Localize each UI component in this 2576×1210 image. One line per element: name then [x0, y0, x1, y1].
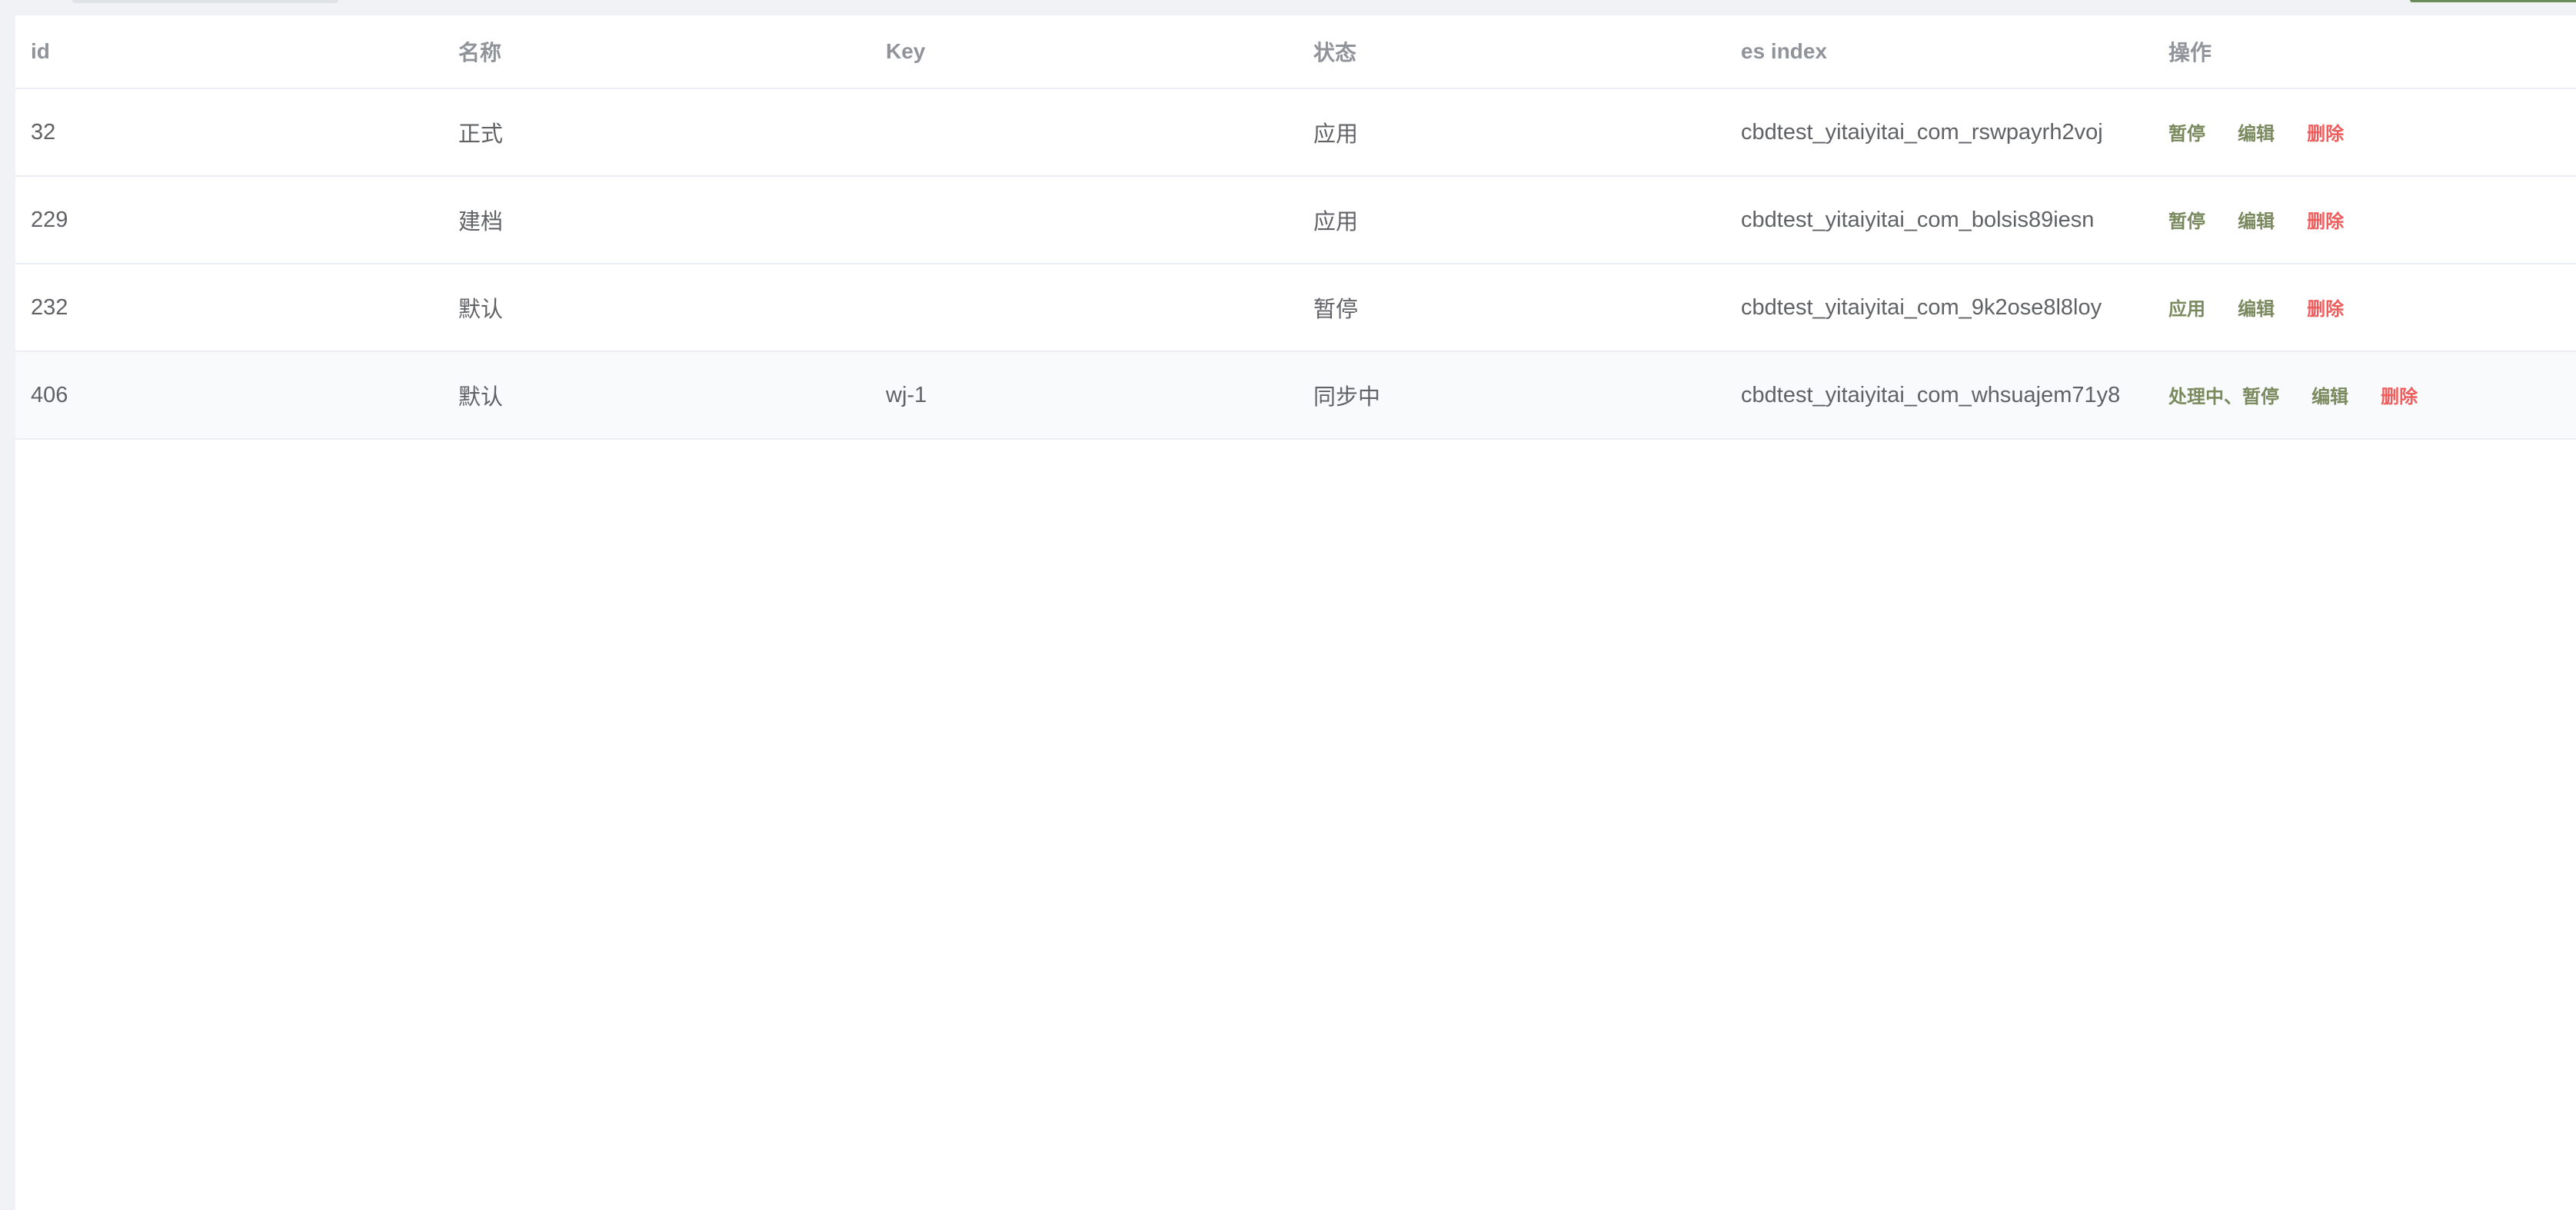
apply-button[interactable]: 应用	[2168, 299, 2205, 320]
column-header-key: Key	[870, 15, 1298, 89]
cell-key	[870, 264, 1298, 352]
cell-name: 默认	[443, 264, 870, 352]
cell-actions: 处理中、暂停 编辑 删除	[2153, 351, 2576, 440]
delete-button[interactable]: 删除	[2381, 387, 2418, 407]
cell-status: 同步中	[1298, 351, 1726, 440]
table-row: 32 正式 应用 cbdtest_yitaiyitai_com_rswpayrh…	[15, 88, 2576, 177]
edit-button[interactable]: 编辑	[2311, 387, 2348, 407]
cell-es-index: cbdtest_yitaiyitai_com_whsuajem71y8	[1726, 351, 2153, 440]
column-header-id: id	[15, 15, 443, 89]
pause-button[interactable]: 暂停	[2168, 211, 2205, 232]
table-row: 229 建档 应用 cbdtest_yitaiyitai_com_bolsis8…	[15, 176, 2576, 264]
table-row: 406 默认 wj-1 同步中 cbdtest_yitaiyitai_com_w…	[15, 351, 2576, 440]
top-toolbar-fragment	[0, 0, 2576, 15]
cell-status: 暂停	[1298, 264, 1726, 352]
cell-status: 应用	[1298, 88, 1726, 177]
delete-button[interactable]: 删除	[2307, 299, 2344, 320]
edit-button[interactable]: 编辑	[2238, 211, 2275, 232]
cell-id: 32	[15, 88, 443, 177]
column-header-actions: 操作	[2153, 15, 2576, 89]
primary-button-edge[interactable]	[2410, 0, 2576, 2]
delete-button[interactable]: 删除	[2307, 124, 2344, 145]
edit-button[interactable]: 编辑	[2238, 124, 2275, 145]
table-panel: id 名称 Key 状态 es index 操作 32 正式 应用 cbdtes…	[15, 15, 2576, 1210]
cell-es-index: cbdtest_yitaiyitai_com_9k2ose8l8loy	[1726, 264, 2153, 352]
table-row: 232 默认 暂停 cbdtest_yitaiyitai_com_9k2ose8…	[15, 264, 2576, 352]
cell-key	[870, 176, 1298, 264]
cell-actions: 暂停 编辑 删除	[2153, 88, 2576, 177]
search-input-edge[interactable]	[72, 0, 338, 3]
index-table: id 名称 Key 状态 es index 操作 32 正式 应用 cbdtes…	[15, 15, 2576, 440]
cell-key	[870, 88, 1298, 177]
cell-actions: 应用 编辑 删除	[2153, 264, 2576, 352]
column-header-name: 名称	[443, 15, 870, 89]
cell-es-index: cbdtest_yitaiyitai_com_rswpayrh2voj	[1726, 88, 2153, 177]
cell-id: 229	[15, 176, 443, 264]
cell-key: wj-1	[870, 351, 1298, 440]
cell-name: 默认	[443, 351, 870, 440]
cell-id: 406	[15, 351, 443, 440]
cell-es-index: cbdtest_yitaiyitai_com_bolsis89iesn	[1726, 176, 2153, 264]
delete-button[interactable]: 删除	[2307, 211, 2344, 232]
cell-name: 建档	[443, 176, 870, 264]
edit-button[interactable]: 编辑	[2238, 299, 2275, 320]
cell-name: 正式	[443, 88, 870, 177]
table-header-row: id 名称 Key 状态 es index 操作	[15, 15, 2576, 89]
pause-button[interactable]: 暂停	[2168, 124, 2205, 145]
processing-pause-button[interactable]: 处理中、暂停	[2168, 387, 2279, 407]
column-header-status: 状态	[1298, 15, 1726, 89]
cell-actions: 暂停 编辑 删除	[2153, 176, 2576, 264]
cell-id: 232	[15, 264, 443, 352]
column-header-es-index: es index	[1726, 15, 2153, 89]
cell-status: 应用	[1298, 176, 1726, 264]
